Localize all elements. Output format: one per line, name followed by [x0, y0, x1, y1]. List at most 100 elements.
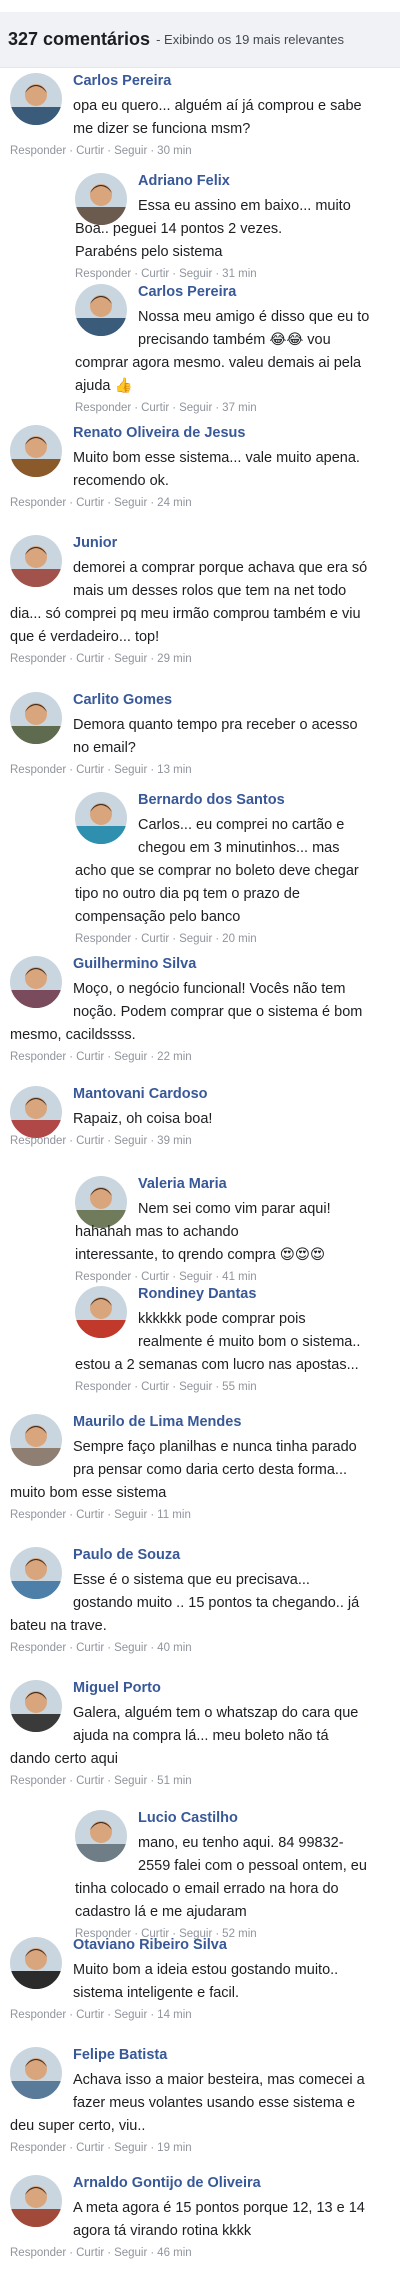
reply-button[interactable]: Responder	[10, 2142, 66, 2154]
reply-button[interactable]: Responder	[10, 2009, 66, 2021]
comment-time[interactable]: 31 min	[222, 268, 257, 280]
avatar[interactable]	[10, 535, 62, 587]
comment-time[interactable]: 13 min	[157, 764, 192, 776]
follow-button[interactable]: Seguir	[114, 1775, 147, 1787]
comment-time[interactable]: 52 min	[222, 1928, 257, 1940]
follow-button[interactable]: Seguir	[114, 2009, 147, 2021]
avatar[interactable]	[10, 2175, 62, 2227]
follow-button[interactable]: Seguir	[114, 1135, 147, 1147]
like-button[interactable]: Curtir	[76, 653, 104, 665]
like-button[interactable]: Curtir	[76, 1135, 104, 1147]
reply-button[interactable]: Responder	[10, 1051, 66, 1063]
follow-button[interactable]: Seguir	[114, 497, 147, 509]
comment-time[interactable]: 41 min	[222, 1271, 257, 1283]
reply-button[interactable]: Responder	[10, 764, 66, 776]
like-button[interactable]: Curtir	[76, 2009, 104, 2021]
like-button[interactable]: Curtir	[76, 2247, 104, 2259]
avatar[interactable]	[10, 956, 62, 1008]
avatar[interactable]	[10, 1937, 62, 1989]
follow-button[interactable]: Seguir	[114, 2247, 147, 2259]
comment-author[interactable]: Carlos Pereira	[73, 73, 171, 89]
comment-author[interactable]: Otaviano Ribeiro Silva	[73, 1937, 227, 1953]
comment-time[interactable]: 20 min	[222, 933, 257, 945]
reply-button[interactable]: Responder	[10, 1135, 66, 1147]
avatar[interactable]	[10, 73, 62, 125]
comment-author[interactable]: Rondiney Dantas	[138, 1286, 256, 1302]
comment-author[interactable]: Bernardo dos Santos	[138, 792, 285, 808]
follow-button[interactable]: Seguir	[179, 1271, 212, 1283]
comment-author[interactable]: Renato Oliveira de Jesus	[73, 425, 245, 441]
comment-time[interactable]: 30 min	[157, 145, 192, 157]
follow-button[interactable]: Seguir	[179, 933, 212, 945]
avatar[interactable]	[10, 2047, 62, 2099]
follow-button[interactable]: Seguir	[114, 653, 147, 665]
avatar[interactable]	[10, 692, 62, 744]
reply-button[interactable]: Responder	[10, 1642, 66, 1654]
like-button[interactable]: Curtir	[76, 2142, 104, 2154]
reply-button[interactable]: Responder	[10, 2247, 66, 2259]
reply-button[interactable]: Responder	[75, 268, 131, 280]
avatar[interactable]	[75, 792, 127, 844]
follow-button[interactable]: Seguir	[114, 764, 147, 776]
comment-time[interactable]: 37 min	[222, 402, 257, 414]
avatar[interactable]	[10, 1414, 62, 1466]
comment-author[interactable]: Carlos Pereira	[138, 284, 236, 300]
avatar[interactable]	[10, 425, 62, 477]
comment-author[interactable]: Arnaldo Gontijo de Oliveira	[73, 2175, 261, 2191]
comment-time[interactable]: 22 min	[157, 1051, 192, 1063]
comment-author[interactable]: Miguel Porto	[73, 1680, 161, 1696]
comment-time[interactable]: 51 min	[157, 1775, 192, 1787]
comment-time[interactable]: 14 min	[157, 2009, 192, 2021]
avatar[interactable]	[10, 1680, 62, 1732]
avatar[interactable]	[75, 1810, 127, 1862]
comment-author[interactable]: Guilhermino Silva	[73, 956, 196, 972]
comment-author[interactable]: Mantovani Cardoso	[73, 1086, 208, 1102]
comment-time[interactable]: 29 min	[157, 653, 192, 665]
like-button[interactable]: Curtir	[141, 1271, 169, 1283]
follow-button[interactable]: Seguir	[179, 1381, 212, 1393]
like-button[interactable]: Curtir	[76, 497, 104, 509]
like-button[interactable]: Curtir	[141, 933, 169, 945]
like-button[interactable]: Curtir	[141, 1381, 169, 1393]
comment-time[interactable]: 46 min	[157, 2247, 192, 2259]
like-button[interactable]: Curtir	[141, 402, 169, 414]
follow-button[interactable]: Seguir	[114, 1509, 147, 1521]
like-button[interactable]: Curtir	[76, 145, 104, 157]
follow-button[interactable]: Seguir	[114, 145, 147, 157]
comment-author[interactable]: Adriano Felix	[138, 173, 230, 189]
like-button[interactable]: Curtir	[76, 1509, 104, 1521]
reply-button[interactable]: Responder	[75, 1271, 131, 1283]
comment-author[interactable]: Lucio Castilho	[138, 1810, 238, 1826]
like-button[interactable]: Curtir	[76, 1051, 104, 1063]
follow-button[interactable]: Seguir	[179, 402, 212, 414]
reply-button[interactable]: Responder	[75, 1381, 131, 1393]
avatar[interactable]	[10, 1547, 62, 1599]
comment-author[interactable]: Maurilo de Lima Mendes	[73, 1414, 241, 1430]
reply-button[interactable]: Responder	[10, 653, 66, 665]
like-button[interactable]: Curtir	[141, 268, 169, 280]
reply-button[interactable]: Responder	[10, 1775, 66, 1787]
comment-author[interactable]: Carlito Gomes	[73, 692, 172, 708]
comment-time[interactable]: 11 min	[157, 1509, 191, 1521]
comment-time[interactable]: 24 min	[157, 497, 192, 509]
comment-author[interactable]: Paulo de Souza	[73, 1547, 180, 1563]
reply-button[interactable]: Responder	[75, 402, 131, 414]
comment-time[interactable]: 39 min	[157, 1135, 192, 1147]
comment-author[interactable]: Junior	[73, 535, 117, 551]
comment-author[interactable]: Felipe Batista	[73, 2047, 167, 2063]
follow-button[interactable]: Seguir	[179, 268, 212, 280]
comment-time[interactable]: 19 min	[157, 2142, 192, 2154]
follow-button[interactable]: Seguir	[114, 1051, 147, 1063]
reply-button[interactable]: Responder	[10, 1509, 66, 1521]
reply-button[interactable]: Responder	[10, 497, 66, 509]
like-button[interactable]: Curtir	[76, 1775, 104, 1787]
follow-button[interactable]: Seguir	[114, 1642, 147, 1654]
avatar[interactable]	[75, 1286, 127, 1338]
avatar[interactable]	[10, 1086, 62, 1138]
comment-author[interactable]: Valeria Maria	[138, 1176, 227, 1192]
reply-button[interactable]: Responder	[75, 933, 131, 945]
follow-button[interactable]: Seguir	[114, 2142, 147, 2154]
reply-button[interactable]: Responder	[10, 145, 66, 157]
comment-time[interactable]: 40 min	[157, 1642, 192, 1654]
comment-time[interactable]: 55 min	[222, 1381, 257, 1393]
